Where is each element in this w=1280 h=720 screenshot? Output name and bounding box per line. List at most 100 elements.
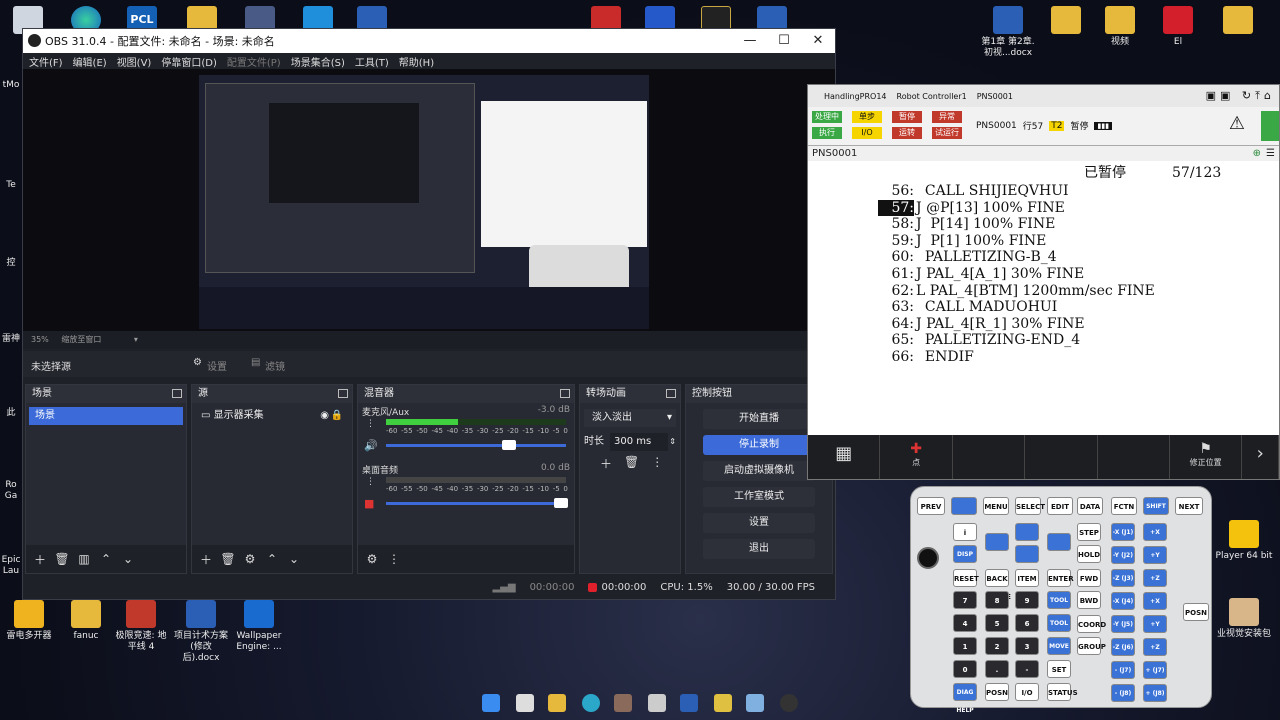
left-icon-1[interactable]: tMo bbox=[0, 80, 22, 91]
key-next[interactable]: NEXT bbox=[1175, 497, 1203, 515]
folder-2-icon[interactable] bbox=[1044, 6, 1088, 37]
left-icon-6[interactable]: Ro Ga bbox=[0, 480, 22, 502]
edge-taskbar-icon[interactable] bbox=[582, 694, 600, 712]
forza-icon[interactable]: 极限竞速: 地平线 4 bbox=[114, 600, 168, 653]
key-blank[interactable] bbox=[951, 497, 977, 515]
grid-menu-icon[interactable]: ▦ bbox=[808, 435, 881, 479]
program-line-text[interactable]: J @P[13] 100% FINE bbox=[916, 200, 1065, 216]
key-jog[interactable]: -Y (J2) bbox=[1111, 546, 1135, 564]
program-line-number[interactable]: 58: bbox=[878, 216, 914, 232]
program-line-number[interactable]: 59: bbox=[878, 233, 914, 249]
obs-taskbar-icon[interactable] bbox=[780, 694, 798, 712]
eye-icon[interactable]: ◉ bbox=[320, 407, 329, 425]
key-coord[interactable]: COORD bbox=[1077, 615, 1106, 633]
key-digit[interactable]: 0 bbox=[953, 660, 977, 678]
key-group[interactable]: GROUP bbox=[1077, 637, 1106, 655]
add-transition-icon[interactable]: ＋ bbox=[600, 455, 612, 472]
volume-slider-handle[interactable] bbox=[554, 498, 568, 508]
key-fctn[interactable]: FCTN bbox=[1111, 497, 1137, 515]
source-props-icon[interactable]: ⚙ bbox=[242, 552, 258, 566]
zoom-label[interactable]: 缩放至窗口 bbox=[61, 335, 101, 344]
explorer-icon[interactable] bbox=[548, 694, 566, 712]
stepper-icon[interactable]: ⇕ bbox=[669, 433, 676, 451]
speaker-muted-icon[interactable]: ■ bbox=[364, 497, 374, 510]
key-bwd[interactable]: BWD bbox=[1077, 591, 1101, 609]
key-digit[interactable]: . bbox=[985, 660, 1009, 678]
key-select[interactable]: SELECT bbox=[1015, 497, 1045, 515]
move-up-icon[interactable]: ⌃ bbox=[98, 552, 114, 566]
popout-icon[interactable] bbox=[338, 389, 348, 398]
word-doc-3-icon[interactable]: 第1章 第2章. 初视...docx bbox=[980, 6, 1036, 59]
menu-scene-collection[interactable]: 场景集合(S) bbox=[291, 54, 345, 69]
more-icon[interactable]: ⋮ bbox=[366, 419, 375, 429]
key-digit[interactable]: 9 bbox=[1015, 591, 1039, 609]
program-line-number[interactable]: 57: bbox=[878, 199, 914, 216]
menu-icon[interactable]: ☰ bbox=[1266, 146, 1275, 162]
key-jog[interactable]: +Z (J6) bbox=[1143, 638, 1167, 669]
menu-help[interactable]: 帮助(H) bbox=[399, 54, 434, 69]
key-edit[interactable]: EDIT bbox=[1047, 497, 1073, 515]
program-line-text[interactable]: PALLETIZING-END_4 bbox=[916, 332, 1080, 348]
window-icons[interactable]: ▣▣ ↻⤒⌂ bbox=[1206, 89, 1275, 103]
volume-slider[interactable] bbox=[386, 444, 566, 447]
menu-view[interactable]: 视图(V) bbox=[117, 54, 152, 69]
program-line-number[interactable]: 63: bbox=[878, 299, 914, 315]
add-source-icon[interactable]: ＋ bbox=[198, 551, 214, 568]
folder-4-icon[interactable] bbox=[1216, 6, 1260, 37]
app2-taskbar-icon[interactable] bbox=[648, 694, 666, 712]
key-setup[interactable]: SET UP bbox=[1047, 660, 1071, 692]
key-jog[interactable]: -X (J4) bbox=[1111, 592, 1135, 610]
volume-slider[interactable] bbox=[386, 502, 566, 505]
move-down-icon[interactable]: ⌄ bbox=[286, 552, 302, 566]
arrow-up-icon[interactable] bbox=[1015, 523, 1039, 541]
emergency-stop-icon[interactable] bbox=[917, 547, 939, 569]
program-line-text[interactable]: J P[1] 100% FINE bbox=[916, 233, 1046, 249]
key-menu[interactable]: MENU bbox=[983, 497, 1009, 515]
key-prev[interactable]: PREV bbox=[917, 497, 945, 515]
menu-edit[interactable]: 编辑(E) bbox=[73, 54, 107, 69]
arrow-left-icon[interactable] bbox=[985, 533, 1009, 551]
key-jog[interactable]: -X (J1) bbox=[1111, 523, 1135, 541]
program-line-text[interactable]: J PAL_4[A_1] 30% FINE bbox=[916, 266, 1084, 282]
app4-taskbar-icon[interactable] bbox=[714, 694, 732, 712]
key-enter[interactable]: ENTER bbox=[1047, 569, 1074, 587]
leidian-icon[interactable]: 雷电多开器 bbox=[2, 600, 56, 642]
player-icon[interactable]: Player 64 bit bbox=[1214, 520, 1274, 562]
key-jog[interactable]: -Y (J5) bbox=[1111, 615, 1135, 633]
key-disp[interactable]: DISP bbox=[953, 545, 977, 563]
left-icon-3[interactable]: 控 bbox=[0, 258, 22, 269]
key-jog[interactable]: -Z (J3) bbox=[1111, 569, 1135, 587]
next-page-icon[interactable]: › bbox=[1242, 435, 1280, 479]
scene-item[interactable]: 场景 bbox=[29, 407, 183, 425]
app-taskbar-icon[interactable] bbox=[614, 694, 632, 712]
fkey-5[interactable] bbox=[1098, 435, 1170, 479]
folder-3-icon[interactable]: 视频 bbox=[1098, 6, 1142, 48]
key-reset[interactable]: RESET bbox=[953, 569, 979, 587]
lock-icon[interactable]: 🔒 bbox=[331, 407, 343, 425]
program-line-number[interactable]: 64: bbox=[878, 316, 914, 332]
remove-source-icon[interactable]: 🗑 bbox=[220, 552, 236, 566]
key-info[interactable]: i bbox=[953, 523, 977, 541]
duration-input[interactable]: 300 ms bbox=[610, 433, 668, 451]
key-digit[interactable]: 8 bbox=[985, 591, 1009, 609]
start-streaming-button[interactable]: 开始直播 bbox=[703, 409, 815, 429]
key-digit[interactable]: - bbox=[1015, 660, 1039, 678]
move-down-icon[interactable]: ⌄ bbox=[120, 552, 136, 566]
menu-profile[interactable]: 配置文件(P) bbox=[227, 54, 281, 69]
left-icon-4[interactable]: 雷神 bbox=[0, 334, 22, 345]
fkey-3[interactable] bbox=[953, 435, 1026, 479]
mixer-settings-icon[interactable]: ⚙ bbox=[364, 552, 380, 566]
vision-package-icon[interactable]: 业视觉安装包 bbox=[1214, 598, 1274, 640]
scene-filter-icon[interactable]: ▥ bbox=[76, 552, 92, 566]
key-jog[interactable]: +X (J1) bbox=[1143, 523, 1167, 554]
source-item[interactable]: ▭ 显示器采集 ◉ 🔒 bbox=[195, 407, 349, 425]
menu-docks[interactable]: 停靠窗口(D) bbox=[161, 54, 217, 69]
key-digit[interactable]: 5 bbox=[985, 614, 1009, 632]
exit-button[interactable]: 退出 bbox=[703, 539, 815, 559]
program-line-text[interactable]: PALLETIZING-B_4 bbox=[916, 249, 1057, 265]
key-digit[interactable]: 1 bbox=[953, 637, 977, 655]
transition-select[interactable]: 淡入淡出 ▾ bbox=[584, 409, 676, 427]
key-shift[interactable]: SHIFT bbox=[1143, 497, 1169, 515]
minimize-icon[interactable]: — bbox=[733, 29, 767, 53]
key-jog[interactable]: - (J7) bbox=[1111, 661, 1135, 679]
